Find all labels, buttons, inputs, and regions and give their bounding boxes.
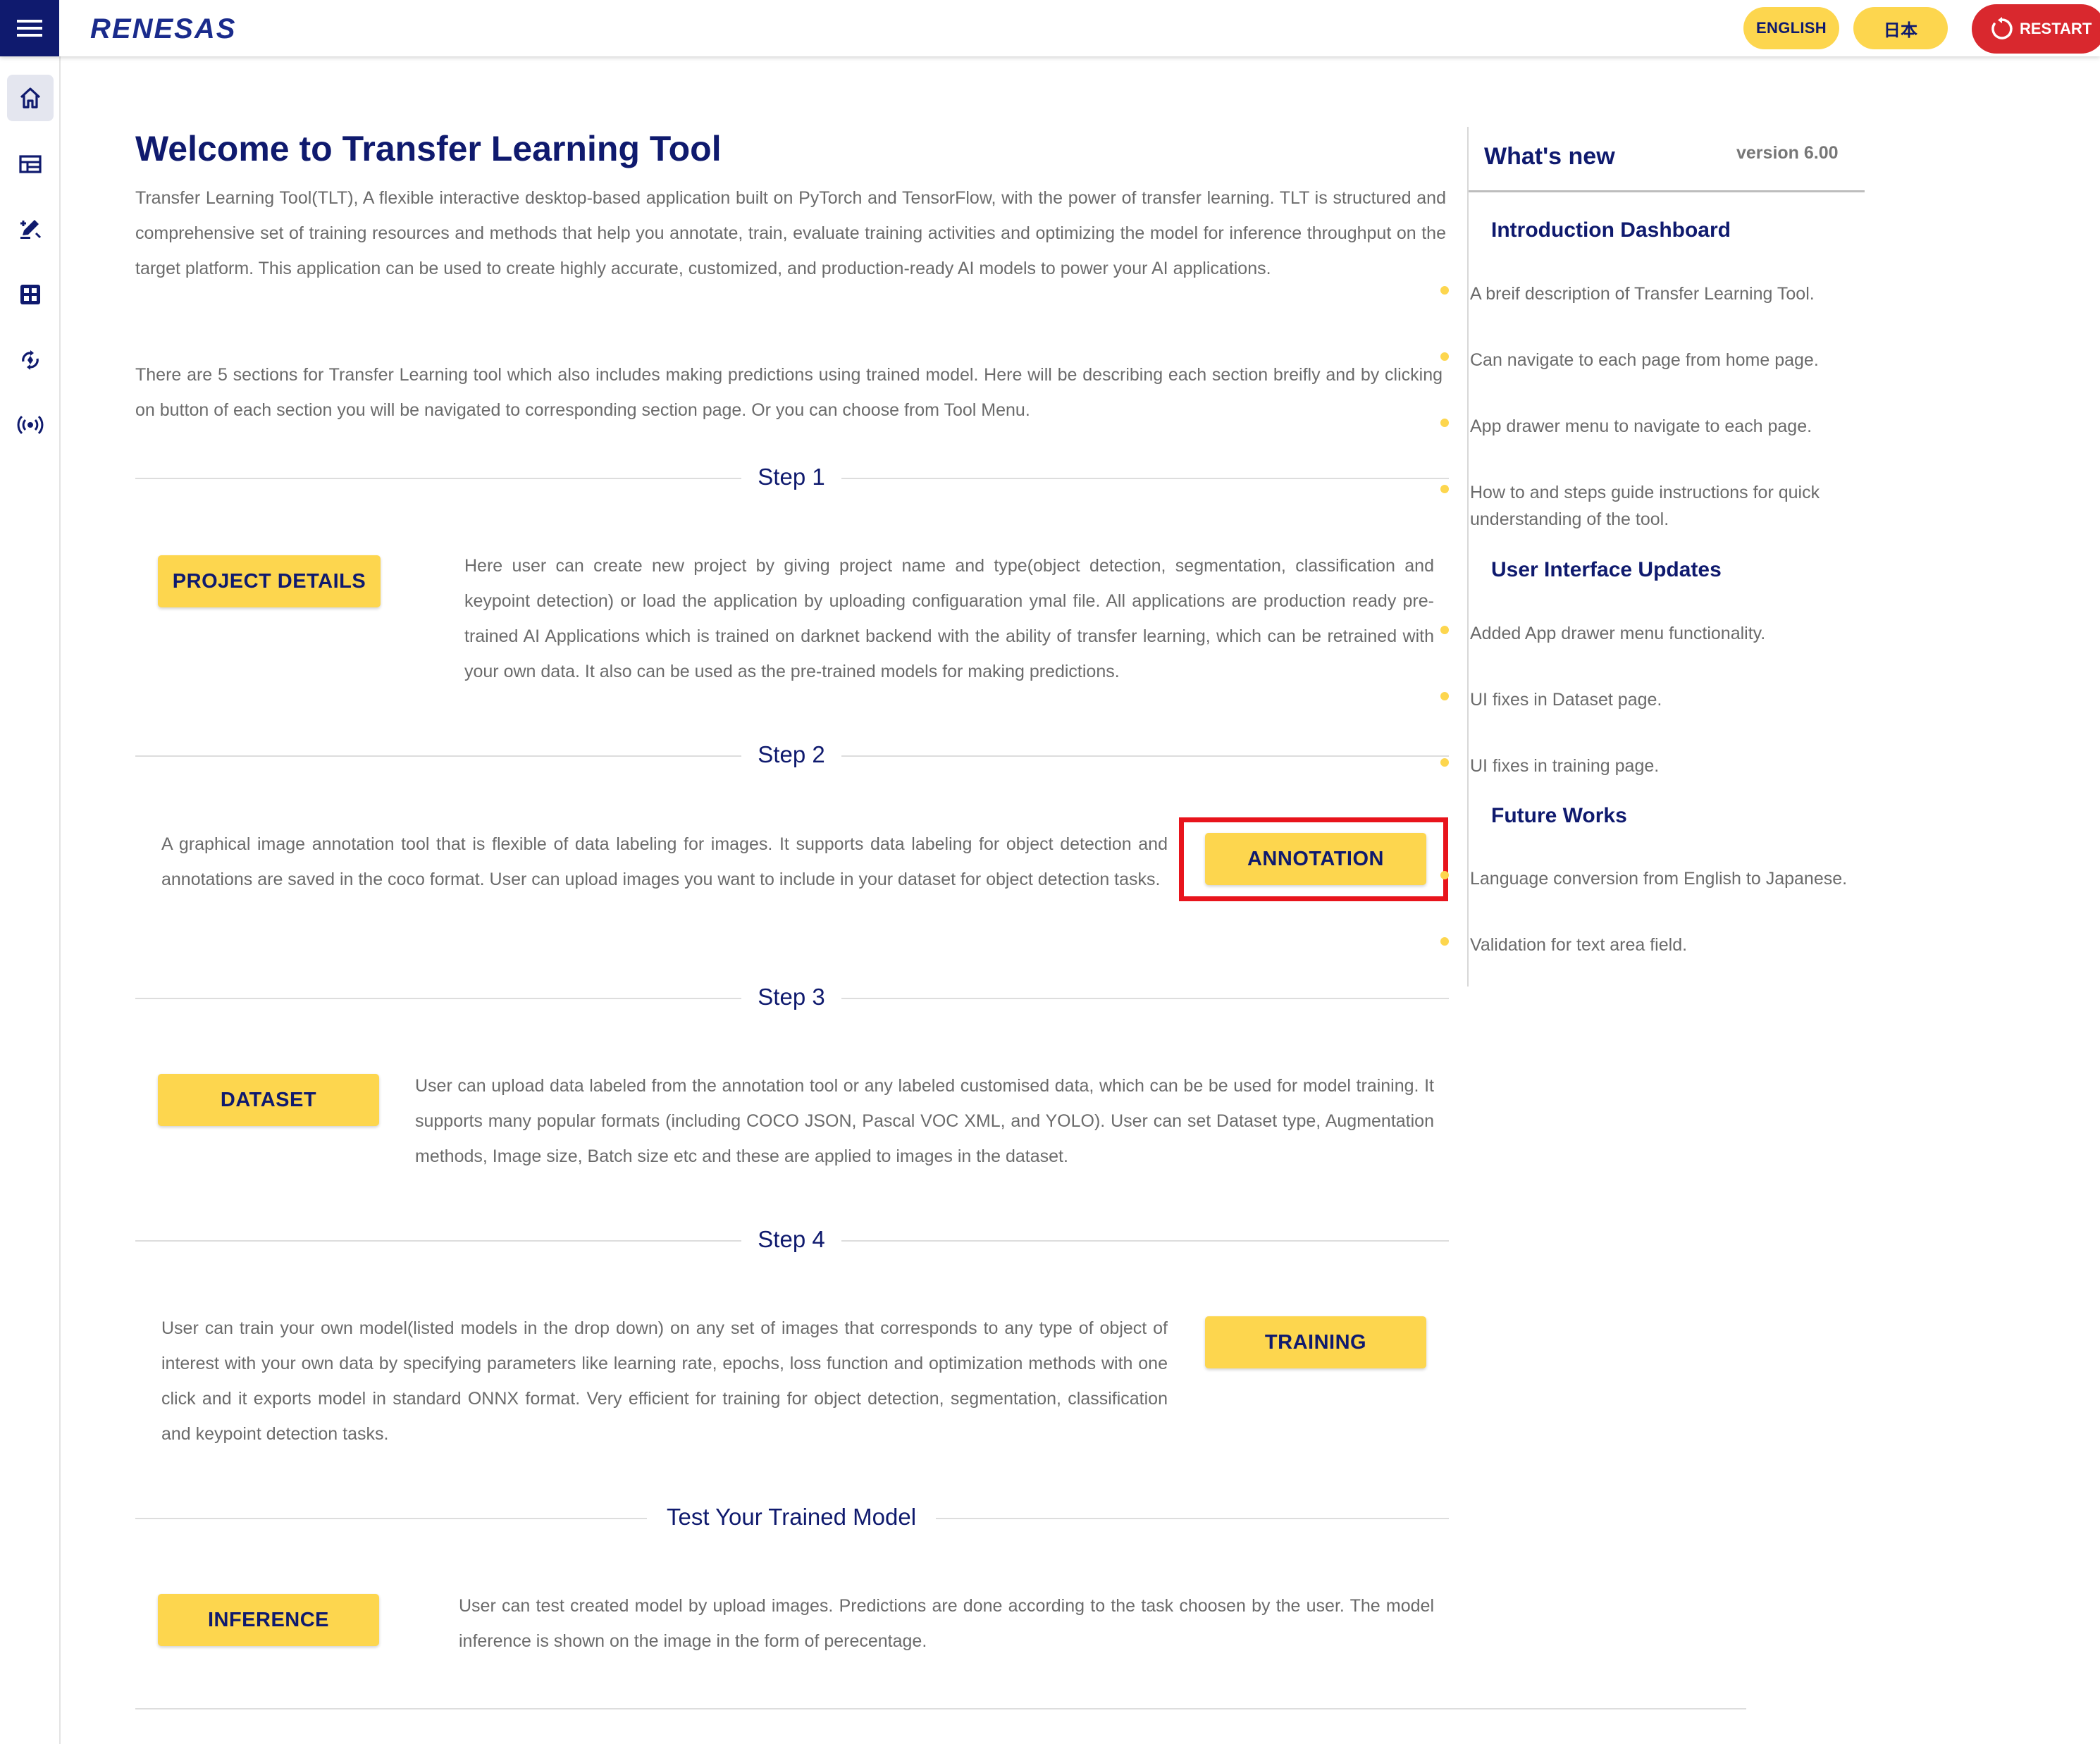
step3-divider-left bbox=[135, 998, 741, 999]
annotation-highlight-box bbox=[1179, 817, 1448, 901]
page-title: Welcome to Transfer Learning Tool bbox=[135, 129, 722, 168]
intro-paragraph-1: Transfer Learning Tool(TLT), A flexible … bbox=[135, 188, 1446, 278]
step4-divider-right bbox=[841, 1240, 1449, 1242]
whats-new-item: Added App drawer menu functionality. bbox=[1470, 624, 1766, 643]
step3-description: User can upload data labeled from the an… bbox=[415, 1076, 1434, 1166]
step1-description: Here user can create new project by givi… bbox=[464, 556, 1434, 681]
bullet-dot bbox=[1440, 871, 1449, 879]
bottom-divider bbox=[135, 1708, 1746, 1709]
whats-new-item: UI fixes in training page. bbox=[1470, 756, 1660, 776]
step4-description: User can train your own model(listed mod… bbox=[161, 1318, 1168, 1444]
step2-divider-left bbox=[135, 755, 741, 757]
step1-label: Step 1 bbox=[758, 464, 825, 490]
restart-label: RESTART bbox=[2020, 20, 2092, 37]
project-details-button[interactable]: PROJECT DETAILS bbox=[158, 555, 381, 607]
step4-divider-left bbox=[135, 1240, 741, 1242]
inference-description: User can test created model by upload im… bbox=[459, 1596, 1434, 1651]
test-divider-right bbox=[936, 1518, 1449, 1519]
brand-text: RENESAS bbox=[90, 13, 236, 44]
rail-annotation[interactable] bbox=[7, 206, 54, 252]
bullet-dot bbox=[1440, 758, 1449, 767]
renesas-logo: RENESAS bbox=[89, 13, 279, 47]
bullet-dot bbox=[1440, 937, 1449, 946]
training-button[interactable]: TRAINING bbox=[1205, 1316, 1426, 1368]
language-english-button[interactable]: ENGLISH bbox=[1743, 7, 1839, 49]
bullet-dot bbox=[1440, 352, 1449, 361]
step2-label: Step 2 bbox=[758, 741, 825, 767]
inference-broadcast-icon bbox=[17, 415, 44, 435]
home-icon bbox=[20, 87, 41, 109]
step4-label: Step 4 bbox=[758, 1226, 825, 1252]
bullet-dot bbox=[1440, 692, 1449, 700]
step2-description: A graphical image annotation tool that i… bbox=[161, 834, 1168, 889]
step2-divider-right bbox=[841, 755, 1449, 757]
annotation-pen-icon bbox=[20, 220, 42, 239]
version-label: version 6.00 bbox=[1736, 143, 1839, 163]
rail-dashboard[interactable] bbox=[7, 141, 54, 187]
whats-new-underline bbox=[1469, 190, 1865, 192]
step1-divider-left bbox=[135, 478, 741, 479]
whats-new-item: App drawer menu to navigate to each page… bbox=[1470, 416, 1812, 436]
whats-new-item: How to and steps guide instructions for … bbox=[1470, 483, 1820, 529]
bullet-dot bbox=[1440, 485, 1449, 493]
rail-dataset[interactable] bbox=[7, 271, 54, 318]
bullet-dot bbox=[1440, 626, 1449, 634]
hamburger-icon bbox=[17, 20, 42, 37]
language-japanese-button[interactable]: 日本 bbox=[1853, 7, 1948, 49]
bullet-dot bbox=[1440, 419, 1449, 427]
step3-label: Step 3 bbox=[758, 984, 825, 1010]
test-model-label: Test Your Trained Model bbox=[666, 1504, 917, 1530]
whats-new-border bbox=[1467, 127, 1469, 987]
step1-divider-right bbox=[841, 478, 1449, 479]
top-bar: RENESAS ENGLISH 日本 RESTART bbox=[0, 0, 2100, 56]
dashboard-table-icon bbox=[19, 155, 42, 173]
whats-new-item: UI fixes in Dataset page. bbox=[1470, 690, 1662, 710]
restart-icon bbox=[1991, 17, 2013, 39]
step3-divider-right bbox=[841, 998, 1449, 999]
section-introduction-dashboard: Introduction Dashboard bbox=[1491, 218, 1731, 242]
whats-new-item: Can navigate to each page from home page… bbox=[1470, 350, 1819, 370]
section-user-interface-updates: User Interface Updates bbox=[1491, 558, 1722, 581]
dataset-grid-icon bbox=[20, 285, 40, 304]
restart-button[interactable]: RESTART bbox=[1972, 4, 2100, 54]
training-icon bbox=[22, 350, 39, 370]
bullet-dot bbox=[1440, 286, 1449, 295]
intro-paragraph-2: There are 5 sections for Transfer Learni… bbox=[135, 365, 1443, 420]
whats-new-item: A breif description of Transfer Learning… bbox=[1470, 284, 1815, 304]
inference-button[interactable]: INFERENCE bbox=[158, 1594, 379, 1646]
side-rail bbox=[0, 56, 61, 1744]
test-divider-left bbox=[135, 1518, 647, 1519]
hamburger-menu-button[interactable] bbox=[0, 0, 59, 56]
whats-new-item: Language conversion from English to Japa… bbox=[1470, 869, 1848, 889]
whats-new-title: What's new bbox=[1484, 143, 1615, 170]
rail-home[interactable] bbox=[7, 75, 54, 121]
dataset-button[interactable]: DATASET bbox=[158, 1074, 379, 1126]
rail-training[interactable] bbox=[7, 337, 54, 383]
whats-new-item: Validation for text area field. bbox=[1470, 935, 1688, 955]
section-future-works: Future Works bbox=[1491, 804, 1627, 827]
rail-inference[interactable] bbox=[7, 402, 54, 448]
